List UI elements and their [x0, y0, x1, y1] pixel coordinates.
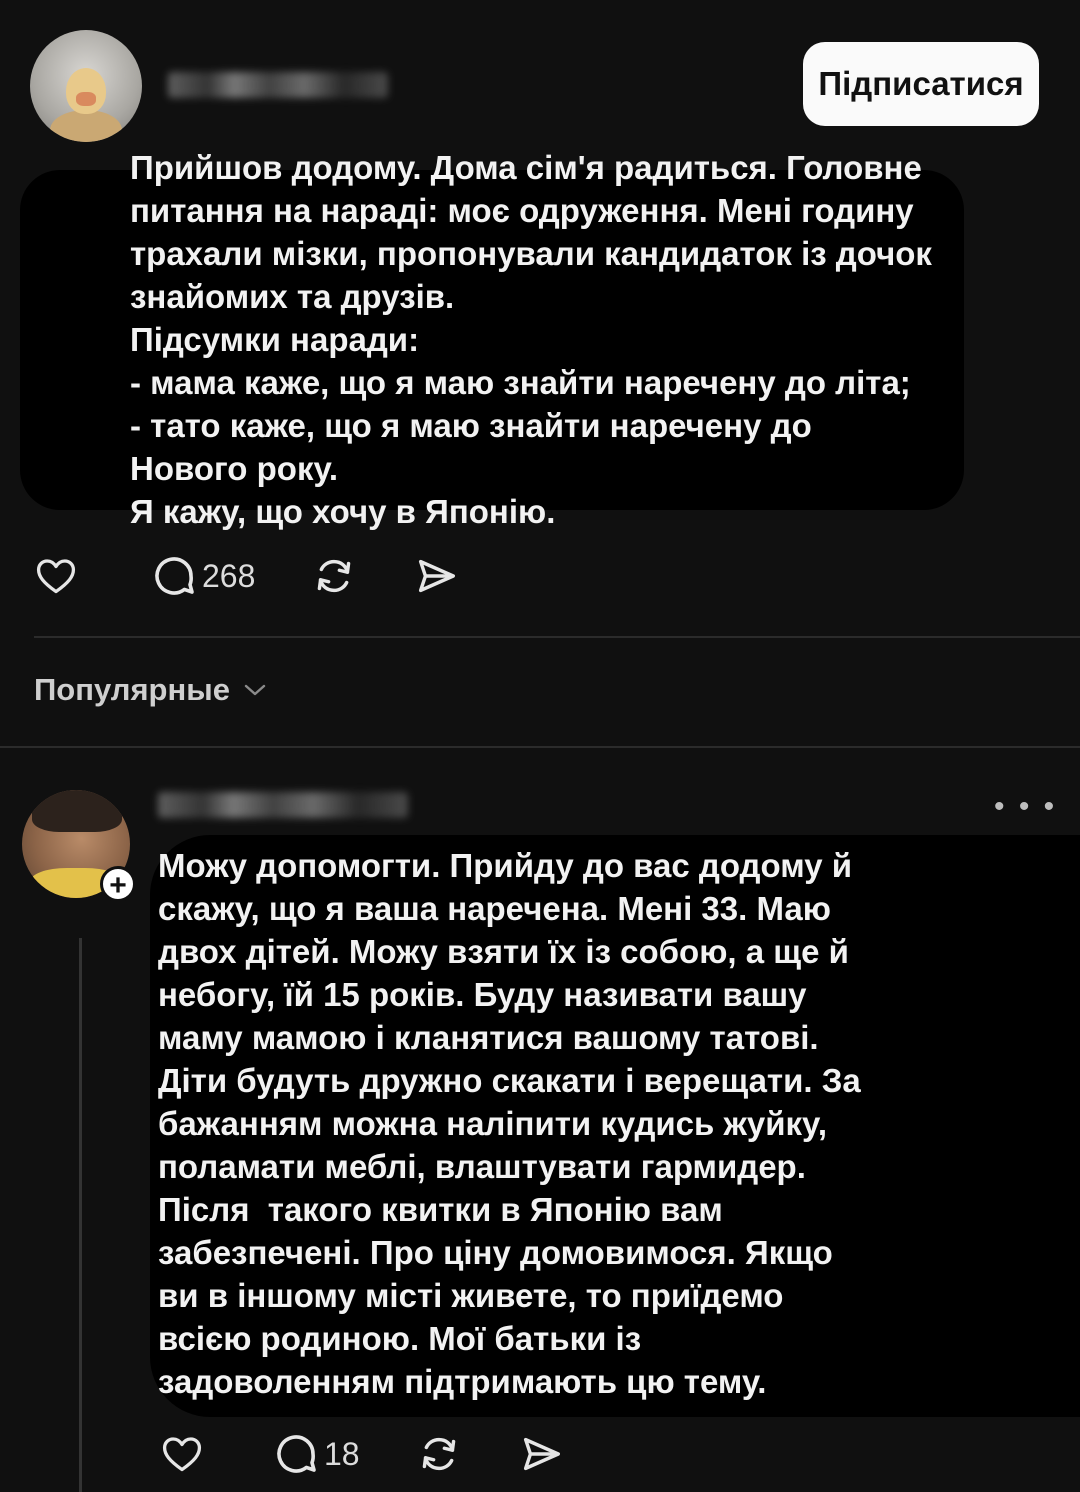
chevron-down-icon — [244, 684, 266, 696]
reply-text-line: задоволенням підтримають цю тему. — [158, 1363, 767, 1400]
repost-icon — [318, 559, 351, 593]
reply-text-line: Після такого квитки в Японію вам — [158, 1191, 723, 1228]
post-text-line: питання на нараді: моє одруження. Мені г… — [130, 192, 914, 229]
follow-plus-button[interactable]: + — [100, 866, 136, 902]
comment-button[interactable]: 268 — [150, 552, 255, 600]
reply-text-line: забезпечені. Про ціну домовимося. Якщо — [158, 1234, 833, 1271]
divider — [34, 636, 1080, 638]
reply-text-line: двох дітей. Можу взяти їх із собою, а ще… — [158, 933, 849, 970]
comment-count: 268 — [202, 557, 256, 594]
author-avatar[interactable] — [30, 30, 142, 142]
threads-page: Підписатися Прийшов додому. Дома сім'я р… — [0, 0, 1080, 1492]
share-icon — [523, 1437, 560, 1471]
post-text-line: Прийшов додому. Дома сім'я радиться. Гол… — [130, 149, 922, 186]
reply-text-line: небогу, їй 15 років. Буду називати вашу — [158, 976, 807, 1013]
post-actions: 268 — [34, 552, 515, 600]
repost-icon — [422, 1437, 455, 1471]
share-button[interactable] — [413, 553, 459, 599]
repost-button[interactable] — [416, 1431, 462, 1477]
avatar-duck-head — [66, 68, 106, 114]
post-text-line: трахали мізки, пропонували кандидаток із… — [130, 235, 932, 272]
reply-text-line: скажу, що я ваша наречена. Мені 33. Маю — [158, 890, 831, 927]
post-text-line: знайомих та друзів. — [130, 278, 455, 315]
post-text-line: Я кажу, що хочу в Японію. — [130, 493, 556, 530]
reply-text-line: Можу допомогти. Прийду до вас додому й — [158, 847, 852, 884]
like-button[interactable] — [160, 1432, 204, 1476]
thread-line — [79, 938, 82, 1492]
reply-actions: 18 — [160, 1430, 620, 1478]
reply-text-line: всією родиною. Мої батьки із — [158, 1320, 642, 1357]
more-options-button[interactable]: • • • — [994, 792, 1057, 822]
reply-text-line: маму мамою і кланятися вашому татові. — [158, 1019, 819, 1056]
divider — [0, 746, 1080, 748]
heart-icon — [36, 559, 76, 594]
reply-text-line: поламати меблі, влаштувати гармидер. — [158, 1148, 806, 1185]
share-button[interactable] — [518, 1431, 564, 1477]
post-text-line: Нового року. — [130, 450, 339, 487]
comment-icon — [277, 1435, 316, 1473]
reply-text: Можу допомогти. Прийду до вас додому й с… — [158, 844, 861, 1403]
post-text-line: - мама каже, що я маю знайти наречену до… — [130, 364, 911, 401]
post-text: Прийшов додому. Дома сім'я радиться. Гол… — [130, 146, 932, 533]
avatar-duck-body — [50, 110, 122, 142]
comment-icon — [155, 557, 194, 595]
subscribe-button[interactable]: Підписатися — [803, 42, 1039, 126]
heart-icon — [162, 1437, 202, 1472]
repost-button[interactable] — [311, 553, 357, 599]
sort-dropdown[interactable]: Популярные — [34, 672, 268, 708]
reply-text-line: бажанням можна наліпити кудись жуйку, — [158, 1105, 828, 1142]
avatar-child-hair — [32, 790, 122, 832]
post-text-line: - тато каже, що я маю знайти наречену до — [130, 407, 812, 444]
avatar-duck-beak — [76, 92, 96, 106]
share-icon — [419, 559, 456, 593]
reply-text-line: Діти будуть дружно скакати і верещати. З… — [158, 1062, 861, 1099]
sort-label: Популярные — [34, 672, 230, 707]
like-button[interactable] — [34, 554, 78, 598]
comment-count: 18 — [324, 1435, 360, 1472]
comment-button[interactable]: 18 — [272, 1430, 360, 1478]
post-text-line: Підсумки наради: — [130, 321, 420, 358]
reply-text-line: ви в іншому місті живете, то приїдемо — [158, 1277, 784, 1314]
reply-author-name-blurred[interactable] — [158, 792, 408, 818]
author-name-blurred[interactable] — [168, 72, 388, 98]
